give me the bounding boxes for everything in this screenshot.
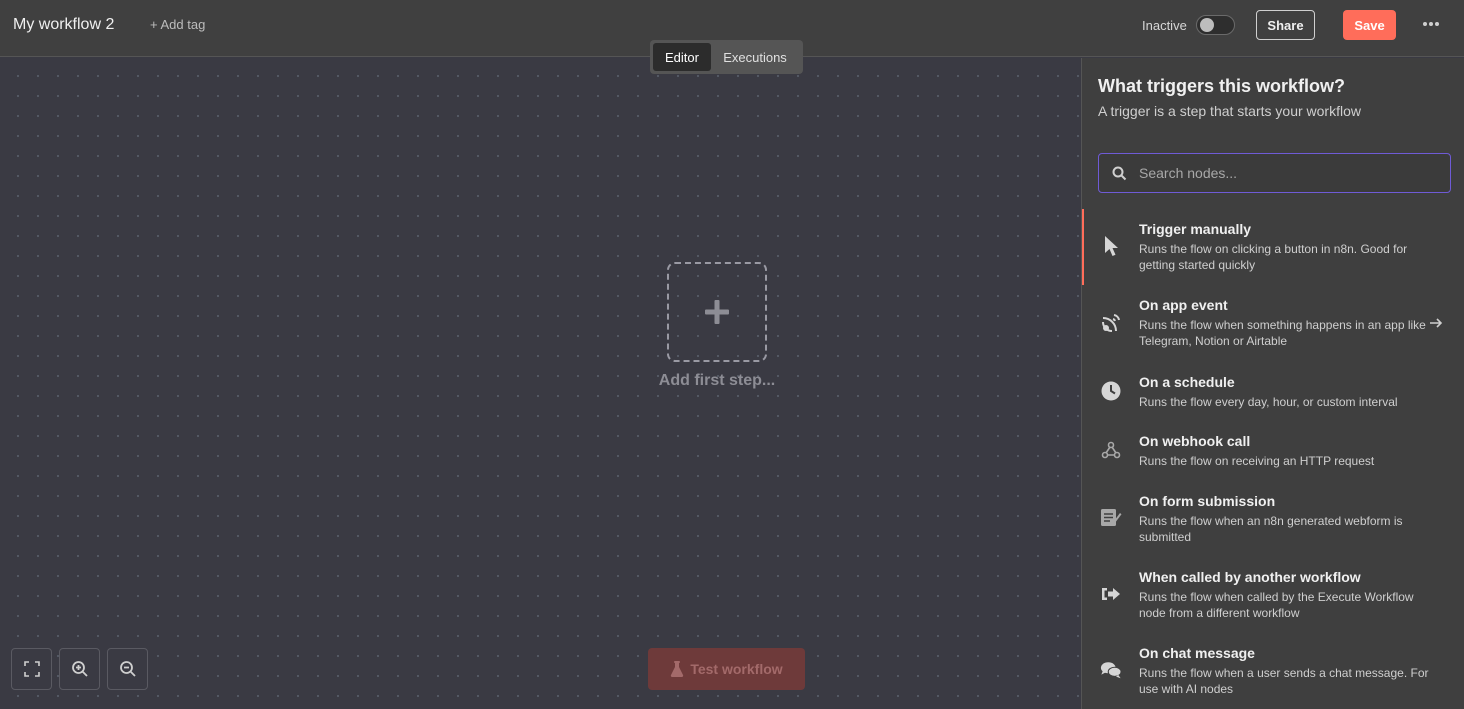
flask-icon (671, 661, 684, 677)
workflow-name[interactable]: My workflow 2 (13, 16, 114, 34)
fit-view-icon (23, 661, 40, 677)
trigger-panel: What triggers this workflow? A trigger i… (1081, 58, 1464, 709)
search-icon-wrap (1099, 166, 1139, 181)
plus-icon (705, 300, 729, 324)
zoom-out-button[interactable] (107, 648, 148, 690)
trigger-desc: Runs the flow every day, hour, or custom… (1139, 395, 1398, 409)
trigger-desc: Runs the flow on receiving an HTTP reque… (1139, 454, 1375, 468)
trigger-name: On chat message (1139, 645, 1255, 661)
trigger-desc: Runs the flow when called by the Execute… (1139, 590, 1414, 620)
satellite-dish-icon (1102, 314, 1120, 332)
search-box (1098, 153, 1451, 193)
arrow-right-icon (1430, 318, 1443, 328)
trigger-desc: Runs the flow when a user sends a chat m… (1139, 666, 1429, 696)
workflow-canvas[interactable] (0, 58, 1081, 709)
view-tabs: Editor Executions (650, 40, 803, 74)
trigger-desc: Runs the flow when an n8n generated webf… (1139, 514, 1403, 544)
trigger-icon-wrap (1100, 312, 1122, 334)
add-first-step-label: Add first step... (658, 372, 776, 389)
panel-title: What triggers this workflow? (1098, 76, 1346, 96)
clock-icon (1101, 381, 1121, 401)
webhook-icon (1101, 441, 1121, 459)
more-options-button[interactable] (1420, 13, 1442, 35)
add-first-step-button[interactable] (667, 262, 767, 362)
ellipsis-icon (1423, 22, 1439, 26)
add-tag-link[interactable]: + Add tag (150, 17, 205, 32)
trigger-icon-wrap (1100, 659, 1122, 681)
zoom-out-icon (119, 661, 136, 677)
test-workflow-label: Test workflow (690, 661, 783, 677)
search-input[interactable] (1139, 154, 1450, 192)
trigger-name: On webhook call (1139, 433, 1251, 449)
search-icon (1112, 166, 1126, 180)
trigger-item-app-event[interactable]: On app event Runs the flow when somethin… (1082, 286, 1464, 358)
trigger-name: On a schedule (1139, 374, 1235, 390)
app-root: My workflow 2 + Add tag Inactive Share S… (0, 0, 1464, 709)
trigger-icon-wrap (1100, 235, 1122, 257)
trigger-item-manual[interactable]: Trigger manually Runs the flow on clicki… (1082, 209, 1464, 285)
trigger-desc: Runs the flow when something happens in … (1139, 318, 1426, 348)
panel-subtitle: A trigger is a step that starts your wor… (1098, 103, 1361, 119)
trigger-name: When called by another workflow (1139, 569, 1361, 585)
tab-editor[interactable]: Editor (653, 43, 711, 71)
test-workflow-button[interactable]: Test workflow (648, 648, 805, 690)
share-button[interactable]: Share (1256, 10, 1315, 40)
zoom-in-button[interactable] (59, 648, 100, 690)
trigger-item-form[interactable]: On form submission Runs the flow when an… (1082, 482, 1464, 554)
cursor-icon (1105, 236, 1118, 256)
trigger-item-called-by-workflow[interactable]: When called by another workflow Runs the… (1082, 558, 1464, 630)
save-button[interactable]: Save (1343, 10, 1396, 40)
trigger-name: On form submission (1139, 493, 1276, 509)
selected-accent-bar (1082, 209, 1084, 285)
trigger-name: On app event (1139, 297, 1228, 313)
trigger-name: Trigger manually (1139, 221, 1252, 237)
trigger-item-chat[interactable]: On chat message Runs the flow when a use… (1082, 634, 1464, 706)
zoom-in-icon (71, 661, 88, 677)
trigger-item-webhook[interactable]: On webhook call Runs the flow on receivi… (1082, 422, 1464, 478)
trigger-desc: Runs the flow on clicking a button in n8… (1139, 242, 1408, 272)
sign-in-icon (1102, 588, 1120, 600)
active-toggle[interactable] (1196, 15, 1235, 35)
trigger-icon-wrap (1100, 583, 1122, 605)
trigger-item-schedule[interactable]: On a schedule Runs the flow every day, h… (1082, 363, 1464, 419)
active-status-label: Inactive (1142, 18, 1187, 33)
trigger-icon-wrap (1100, 380, 1122, 402)
chat-bubbles-icon (1100, 662, 1122, 679)
tab-executions[interactable]: Executions (713, 43, 797, 71)
toggle-knob (1200, 18, 1214, 32)
trigger-icon-wrap (1100, 439, 1122, 461)
fit-view-button[interactable] (11, 648, 52, 690)
form-icon (1101, 509, 1122, 526)
trigger-icon-wrap (1100, 506, 1122, 528)
